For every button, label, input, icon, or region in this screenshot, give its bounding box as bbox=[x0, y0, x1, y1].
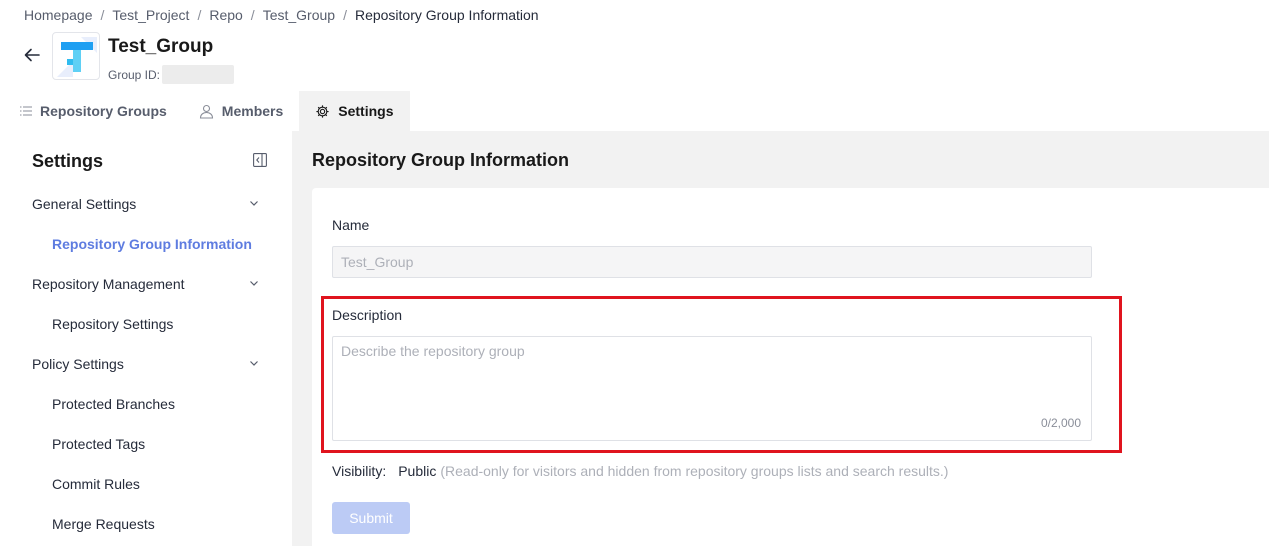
sidebar-group-policy-settings[interactable]: Policy Settings bbox=[4, 344, 292, 384]
sidebar-item-label: Protected Tags bbox=[52, 436, 146, 452]
sidebar-item-repository-group-information[interactable]: Repository Group Information bbox=[4, 224, 292, 264]
sidebar-group-general-settings[interactable]: General Settings bbox=[4, 184, 292, 224]
settings-sidebar: Settings General Settings Repository Gro… bbox=[4, 131, 292, 546]
chevron-down-icon bbox=[250, 201, 258, 206]
breadcrumb-project[interactable]: Test_Project bbox=[112, 7, 189, 23]
group-logo bbox=[52, 32, 100, 80]
tab-label: Settings bbox=[338, 103, 394, 119]
sidebar-title: Settings bbox=[32, 151, 104, 171]
tab-label: Members bbox=[221, 103, 284, 119]
gear-icon bbox=[315, 104, 330, 119]
breadcrumb-current: Repository Group Information bbox=[354, 7, 539, 23]
breadcrumb-separator: / bbox=[100, 7, 105, 23]
back-arrow-icon[interactable] bbox=[22, 45, 42, 65]
description-textarea[interactable] bbox=[333, 337, 1091, 440]
sidebar-item-protected-branches[interactable]: Protected Branches bbox=[4, 384, 292, 424]
tab-bar: Repository Groups Members Settings bbox=[4, 91, 410, 131]
name-label: Name bbox=[332, 217, 370, 233]
tab-members[interactable]: Members bbox=[183, 91, 299, 131]
description-char-counter: 0/2,000 bbox=[1040, 416, 1081, 430]
group-id-label: Group ID: bbox=[108, 67, 161, 82]
page-title: Repository Group Information bbox=[312, 150, 570, 170]
submit-button[interactable]: Submit bbox=[332, 502, 410, 534]
breadcrumb-repo[interactable]: Repo bbox=[209, 7, 242, 23]
chevron-down-icon bbox=[250, 361, 258, 366]
sidebar-item-label: Repository Group Information bbox=[52, 236, 252, 252]
tab-label: Repository Groups bbox=[40, 103, 167, 119]
sidebar-item-label: Protected Branches bbox=[52, 396, 175, 412]
tab-settings[interactable]: Settings bbox=[299, 91, 410, 131]
sidebar-item-label: Repository Settings bbox=[52, 316, 174, 332]
sidebar-item-label: Commit Rules bbox=[52, 476, 140, 492]
breadcrumb-separator: / bbox=[197, 7, 202, 23]
sidebar-group-label: General Settings bbox=[32, 196, 137, 212]
sidebar-item-merge-requests[interactable]: Merge Requests bbox=[4, 504, 292, 544]
chevron-down-icon bbox=[250, 281, 258, 286]
tab-repository-groups[interactable]: Repository Groups bbox=[4, 91, 183, 131]
breadcrumb: Homepage / Test_Project / Repo / Test_Gr… bbox=[24, 6, 539, 24]
group-id-redacted bbox=[162, 65, 235, 84]
visibility-hint: (Read-only for visitors and hidden from … bbox=[440, 463, 949, 479]
collapse-sidebar-icon[interactable] bbox=[253, 153, 267, 167]
description-field: 0/2,000 bbox=[332, 336, 1092, 441]
settings-form-card: Name Description 0/2,000 Visibility: Pub… bbox=[312, 188, 1269, 546]
page: Homepage / Test_Project / Repo / Test_Gr… bbox=[0, 0, 1269, 546]
breadcrumb-group[interactable]: Test_Group bbox=[263, 7, 335, 23]
group-title: Test_Group bbox=[108, 36, 214, 57]
visibility-value: Public bbox=[398, 463, 437, 479]
list-icon bbox=[20, 105, 32, 117]
user-icon bbox=[199, 104, 214, 119]
sidebar-item-repository-settings[interactable]: Repository Settings bbox=[4, 304, 292, 344]
breadcrumb-homepage[interactable]: Homepage bbox=[24, 7, 93, 23]
description-label: Description bbox=[332, 307, 403, 323]
visibility-label: Visibility: bbox=[332, 463, 387, 479]
sidebar-group-label: Repository Management bbox=[32, 276, 185, 292]
breadcrumb-separator: / bbox=[343, 7, 347, 23]
breadcrumb-separator: / bbox=[250, 7, 255, 23]
sidebar-item-protected-tags[interactable]: Protected Tags bbox=[4, 424, 292, 464]
name-input bbox=[332, 246, 1092, 278]
sidebar-item-commit-rules[interactable]: Commit Rules bbox=[4, 464, 292, 504]
sidebar-item-label: Merge Requests bbox=[52, 516, 155, 532]
group-id: Group ID: bbox=[108, 65, 235, 84]
sidebar-group-repository-management[interactable]: Repository Management bbox=[4, 264, 292, 304]
visibility-row: Visibility: Public (Read-only for visito… bbox=[332, 463, 948, 479]
sidebar-group-label: Policy Settings bbox=[32, 356, 124, 372]
